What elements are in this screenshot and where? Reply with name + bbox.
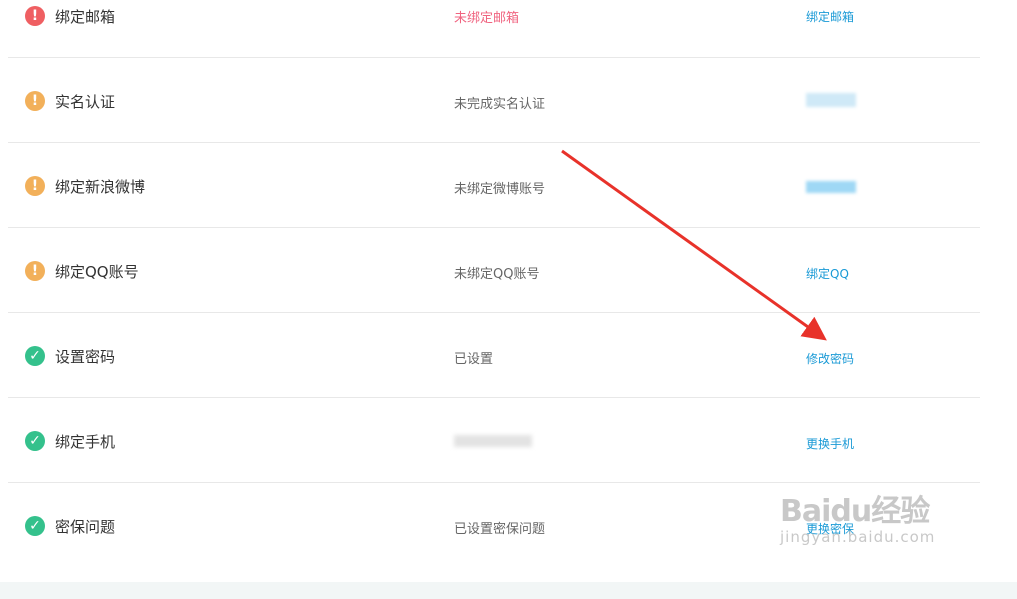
row-bind-email: ! 绑定邮箱 未绑定邮箱 绑定邮箱 xyxy=(8,0,980,58)
row-title: 绑定邮箱 xyxy=(55,8,116,26)
page-footer-band xyxy=(0,582,1017,599)
row-status: 未绑定邮箱 xyxy=(454,11,520,26)
row-title: 绑定手机 xyxy=(55,433,116,451)
check-icon: ✓ xyxy=(25,346,45,366)
change-password-link[interactable]: 修改密码 xyxy=(806,350,854,367)
warning-icon: ! xyxy=(25,6,45,26)
warning-icon: ! xyxy=(25,261,45,281)
row-title: 实名认证 xyxy=(55,93,116,111)
row-title: 密保问题 xyxy=(55,518,116,536)
row-real-name: ! 实名认证 未完成实名认证 xyxy=(8,58,980,143)
row-bind-qq: ! 绑定QQ账号 未绑定QQ账号 绑定QQ xyxy=(8,228,980,313)
row-status: 未完成实名认证 xyxy=(454,97,546,112)
watermark-url: jingyan.baidu.com xyxy=(780,528,936,546)
warning-icon: ! xyxy=(25,176,45,196)
check-icon: ✓ xyxy=(25,431,45,451)
warning-icon: ! xyxy=(25,91,45,111)
row-status: 已设置 xyxy=(454,352,494,367)
redacted-phone-number xyxy=(454,435,532,447)
row-bind-phone: ✓ 绑定手机 更换手机 xyxy=(8,398,980,483)
row-bind-weibo: ! 绑定新浪微博 未绑定微博账号 xyxy=(8,143,980,228)
security-settings-list: ! 绑定邮箱 未绑定邮箱 绑定邮箱 ! 实名认证 未完成实名认证 ! 绑定新浪微… xyxy=(8,0,980,567)
row-status: 未绑定QQ账号 xyxy=(454,267,540,282)
row-status: 已设置密保问题 xyxy=(454,522,546,537)
redacted-action-link[interactable] xyxy=(806,181,856,193)
change-phone-link[interactable]: 更换手机 xyxy=(806,435,854,452)
row-title: 设置密码 xyxy=(55,348,116,366)
watermark-logo-text: Baidu经验 xyxy=(780,494,930,529)
row-title: 绑定QQ账号 xyxy=(55,263,139,281)
redacted-action-link[interactable] xyxy=(806,93,856,107)
bind-email-link[interactable]: 绑定邮箱 xyxy=(806,8,854,25)
row-title: 绑定新浪微博 xyxy=(55,178,146,196)
baidu-jingyan-watermark: Baidu经验 jingyan.baidu.com xyxy=(780,486,935,546)
check-icon: ✓ xyxy=(25,516,45,536)
row-set-password: ✓ 设置密码 已设置 修改密码 xyxy=(8,313,980,398)
row-status: 未绑定微博账号 xyxy=(454,182,546,197)
bind-qq-link[interactable]: 绑定QQ xyxy=(806,265,849,282)
